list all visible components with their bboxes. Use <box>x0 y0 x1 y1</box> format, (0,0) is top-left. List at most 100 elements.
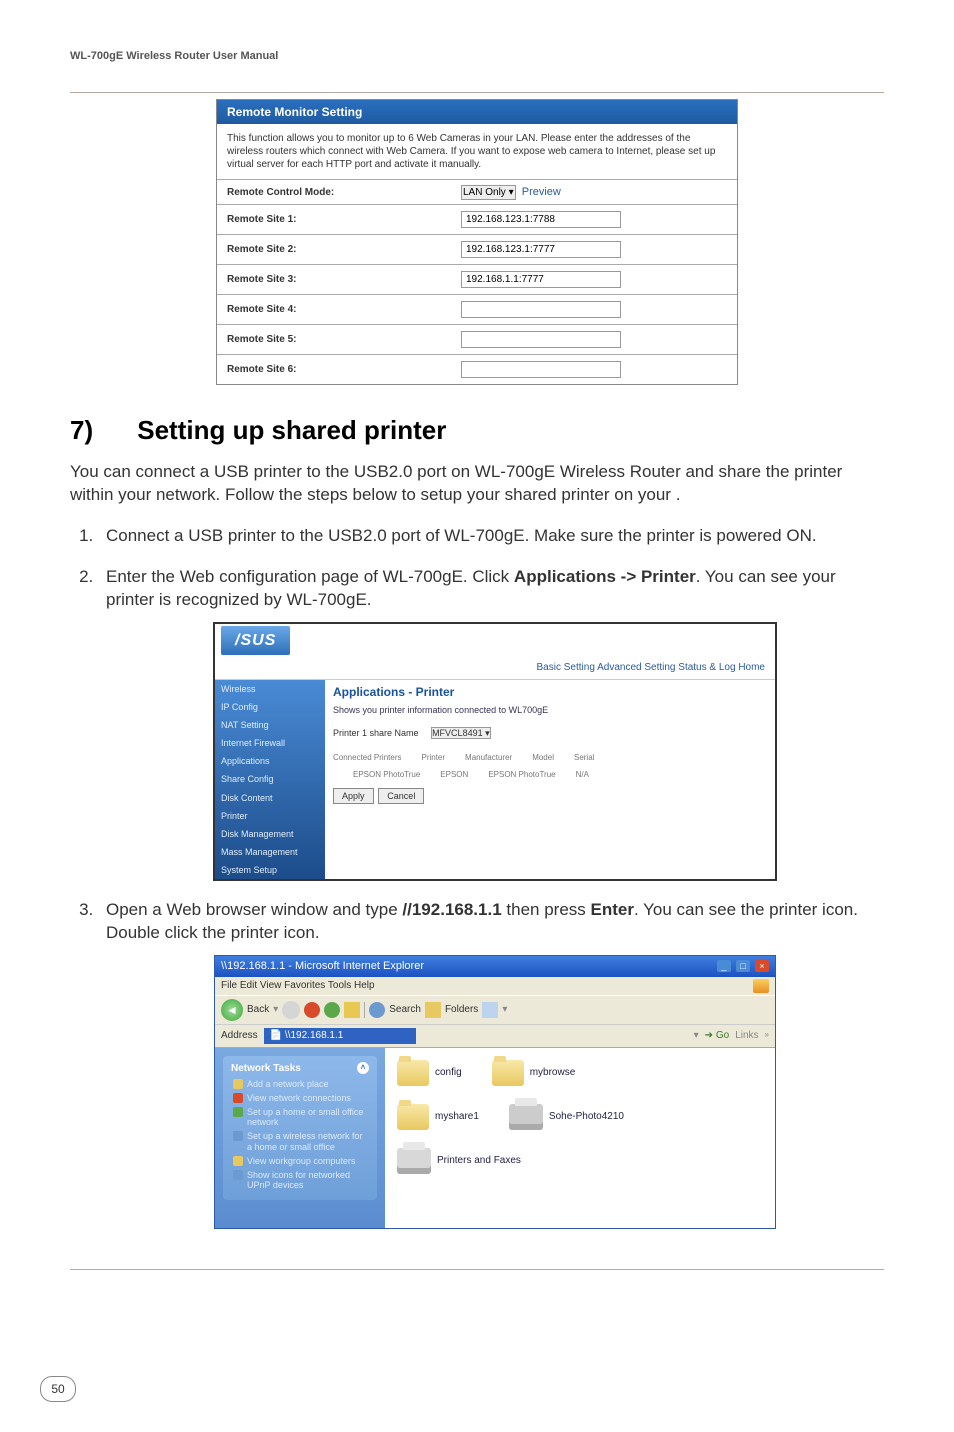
close-icon[interactable]: × <box>755 960 769 972</box>
asus-cancel-button[interactable]: Cancel <box>378 788 424 804</box>
window-buttons[interactable]: _ □ × <box>715 959 769 974</box>
section-number: 7) <box>70 415 130 446</box>
folder-item[interactable]: config <box>397 1060 462 1086</box>
asus-col-val: N/A <box>576 770 589 781</box>
printer-item[interactable]: Sohe-Photo4210 <box>509 1104 624 1130</box>
rm-input-6[interactable] <box>461 361 621 378</box>
rm-row-label: Remote Site 4: <box>217 295 451 325</box>
asus-col-hdr: Manufacturer <box>465 753 512 764</box>
asus-config-screenshot: /SUS Basic Setting Advanced Setting Stat… <box>213 622 777 882</box>
page-number: 50 <box>40 1376 76 1402</box>
asus-side-item[interactable]: Applications <box>215 752 325 770</box>
ie-titlebar: \\192.168.1.1 - Microsoft Internet Explo… <box>215 956 775 977</box>
maximize-icon[interactable]: □ <box>736 960 750 972</box>
asus-col-hdr: Printer <box>421 753 445 764</box>
folder-icon <box>397 1060 429 1086</box>
folder-item[interactable]: Printers and Faxes <box>397 1148 521 1174</box>
step2-bold: Applications -> Printer <box>514 567 696 586</box>
rm-input-5[interactable] <box>461 331 621 348</box>
ie-side-item[interactable]: Add a network place <box>233 1079 369 1090</box>
step-3: Open a Web browser window and type //192… <box>98 899 884 1228</box>
remote-monitor-title: Remote Monitor Setting <box>217 100 737 124</box>
section-heading: 7) Setting up shared printer <box>70 415 884 446</box>
folder-item[interactable]: mybrowse <box>492 1060 576 1086</box>
collapse-icon[interactable]: ˄ <box>357 1062 369 1074</box>
printer-icon <box>509 1104 543 1130</box>
asus-tabs[interactable]: Basic Setting Advanced Setting Status & … <box>215 657 775 680</box>
rm-row-label: Remote Site 3: <box>217 265 451 295</box>
ie-side-item[interactable]: View network connections <box>233 1093 369 1104</box>
asus-main-subtitle: Shows you printer information connected … <box>333 704 767 716</box>
remote-monitor-table: Remote Control Mode: LAN Only ▾ Preview … <box>217 179 737 384</box>
rm-row-label: Remote Site 1: <box>217 205 451 235</box>
asus-side-item[interactable]: Printer <box>215 807 325 825</box>
ie-addressbar[interactable]: Address 📄 \\192.168.1.1 ▾ ➔ Go Links » <box>215 1025 775 1048</box>
stop-icon[interactable] <box>304 1002 320 1018</box>
rm-input-3[interactable] <box>461 271 621 288</box>
rm-input-2[interactable] <box>461 241 621 258</box>
forward-button-icon[interactable] <box>282 1001 300 1019</box>
minimize-icon[interactable]: _ <box>717 960 731 972</box>
section-intro: You can connect a USB printer to the USB… <box>70 461 884 507</box>
asus-side-item[interactable]: Wireless <box>215 680 325 698</box>
search-icon[interactable] <box>369 1002 385 1018</box>
asus-share-label: Printer 1 share Name <box>333 728 419 738</box>
asus-col-val: EPSON PhotoTrue <box>488 770 555 781</box>
asus-col-hdr: Model <box>532 753 554 764</box>
folder-item[interactable]: myshare1 <box>397 1104 479 1130</box>
manual-header: WL-700gE Wireless Router User Manual <box>70 50 884 62</box>
rm-input-1[interactable] <box>461 211 621 228</box>
refresh-icon[interactable] <box>324 1002 340 1018</box>
rm-input-4[interactable] <box>461 301 621 318</box>
asus-share-select[interactable]: MFVCL8491 ▾ <box>431 727 491 739</box>
rm-mode-label: Remote Control Mode: <box>217 180 451 205</box>
section-title: Setting up shared printer <box>137 415 446 445</box>
asus-sidebar[interactable]: Wireless IP Config NAT Setting Internet … <box>215 680 325 880</box>
ie-menubar[interactable]: File Edit View Favorites Tools Help <box>215 977 775 995</box>
address-input[interactable]: 📄 \\192.168.1.1 <box>264 1028 416 1044</box>
folders-label[interactable]: Folders <box>445 1003 478 1017</box>
asus-side-item[interactable]: Mass Management <box>215 843 325 861</box>
search-label[interactable]: Search <box>389 1003 421 1017</box>
go-button[interactable]: ➔ Go <box>705 1029 730 1043</box>
back-label[interactable]: Back <box>247 1003 269 1017</box>
remote-monitor-screenshot: Remote Monitor Setting This function all… <box>216 99 738 385</box>
rm-row-label: Remote Site 2: <box>217 235 451 265</box>
asus-logo: /SUS <box>221 626 290 656</box>
links-label[interactable]: Links <box>735 1029 758 1043</box>
asus-side-item[interactable]: Disk Content <box>215 789 325 807</box>
ie-title: \\192.168.1.1 - Microsoft Internet Explo… <box>221 959 424 974</box>
step3-bold-addr: //192.168.1.1 <box>402 900 501 919</box>
rm-preview-link[interactable]: Preview <box>522 186 561 198</box>
folders-icon[interactable] <box>425 1002 441 1018</box>
asus-col-val: EPSON <box>440 770 468 781</box>
asus-side-item[interactable]: Share Config <box>215 770 325 788</box>
asus-side-item[interactable]: Disk Management <box>215 825 325 843</box>
step3-bold-enter: Enter <box>591 900 634 919</box>
asus-side-item[interactable]: IP Config <box>215 698 325 716</box>
ie-side-item[interactable]: Set up a home or small office network <box>233 1107 369 1129</box>
header-divider <box>70 92 884 93</box>
asus-side-item[interactable]: Internet Firewall <box>215 734 325 752</box>
rm-row-label: Remote Site 5: <box>217 325 451 355</box>
ie-side-item[interactable]: Show icons for networked UPnP devices <box>233 1170 369 1192</box>
asus-side-item[interactable]: System Setup <box>215 861 325 879</box>
rm-row-label: Remote Site 6: <box>217 355 451 385</box>
asus-side-item[interactable]: NAT Setting <box>215 716 325 734</box>
asus-col-hdr: Connected Printers <box>333 753 401 764</box>
rm-mode-select[interactable]: LAN Only ▾ <box>461 185 516 200</box>
ie-toolbar[interactable]: ◄ Back ▾ Search Folders ▾ <box>215 995 775 1025</box>
step-2: Enter the Web configuration page of WL-7… <box>98 566 884 882</box>
step-1: Connect a USB printer to the USB2.0 port… <box>98 525 884 548</box>
views-icon[interactable] <box>482 1002 498 1018</box>
ie-side-item[interactable]: Set up a wireless network for a home or … <box>233 1131 369 1153</box>
asus-col-val: EPSON PhotoTrue <box>353 770 420 781</box>
ie-main-pane[interactable]: config mybrowse myshare1 Sohe-Photo4210 … <box>385 1048 775 1228</box>
asus-apply-button[interactable]: Apply <box>333 788 374 804</box>
home-icon[interactable] <box>344 1002 360 1018</box>
folder-icon <box>397 1104 429 1130</box>
ie-throbber-icon <box>753 979 769 993</box>
back-button-icon[interactable]: ◄ <box>221 999 243 1021</box>
address-label: Address <box>221 1029 258 1043</box>
ie-side-item[interactable]: View workgroup computers <box>233 1156 369 1167</box>
